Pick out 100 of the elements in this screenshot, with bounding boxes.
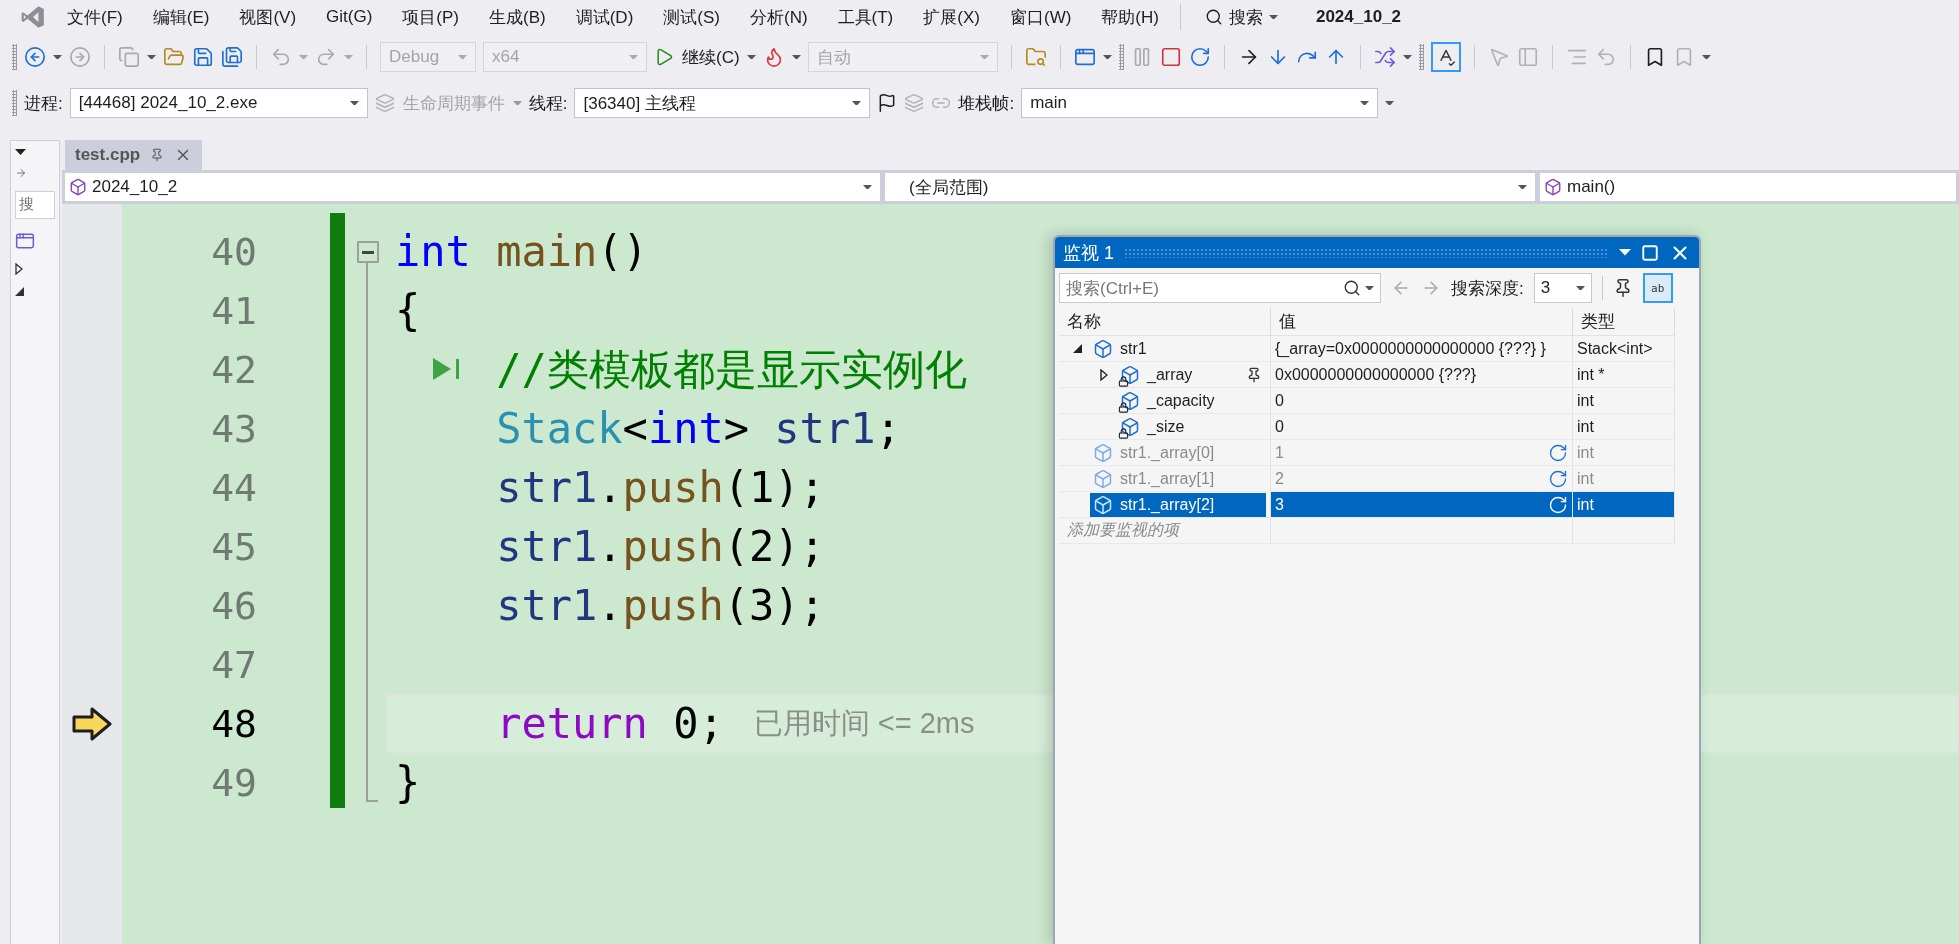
elapsed-time-hint: 已用时间 <= 2ms <box>753 705 975 741</box>
watch-name[interactable]: str1 <box>1090 336 1266 361</box>
project-name: 2024_10_2 <box>92 177 178 197</box>
watch-value: 0 <box>1275 391 1284 410</box>
folder-search-icon[interactable] <box>1024 46 1047 68</box>
menu-item[interactable]: 扩展(X) <box>908 5 995 29</box>
pin-icon[interactable] <box>1246 366 1262 383</box>
caret-icon[interactable] <box>1102 54 1112 60</box>
column-header[interactable]: 值 <box>1271 308 1573 336</box>
watch-type: int <box>1577 443 1594 462</box>
line-number: 42 <box>210 346 257 394</box>
refresh-icon[interactable] <box>1548 442 1568 463</box>
toolbar-grip[interactable] <box>1418 44 1424 70</box>
code-line: } <box>395 758 421 807</box>
menu-item[interactable]: 测试(S) <box>648 5 735 29</box>
project-dropdown[interactable]: 2024_10_2 <box>65 173 880 201</box>
line-number: 47 <box>210 641 257 689</box>
refresh-icon[interactable] <box>1548 468 1568 489</box>
collapse-icon[interactable] <box>1073 344 1082 353</box>
scope-dropdown[interactable]: (全局范围) <box>885 173 1535 201</box>
back-icon[interactable] <box>24 46 46 68</box>
menu-item[interactable]: 视图(V) <box>224 5 312 29</box>
run-to-click-icon[interactable] <box>432 356 462 382</box>
toolbar-grip[interactable] <box>12 90 17 116</box>
caret-icon[interactable] <box>349 100 359 106</box>
watch-type: int <box>1577 495 1594 514</box>
search-icon[interactable] <box>1343 279 1361 297</box>
continue-button[interactable]: 继续(C) <box>654 45 740 69</box>
code-line: str1.push(1); <box>496 463 825 512</box>
caret-icon[interactable] <box>1268 14 1278 20</box>
search-depth-dropdown[interactable]: 3 <box>1533 273 1592 303</box>
collapse-outline-button[interactable] <box>357 241 379 263</box>
save-icon[interactable] <box>192 46 214 68</box>
caret-icon[interactable] <box>1575 285 1585 291</box>
member-dropdown[interactable]: main() <box>1540 173 1956 201</box>
watch-name[interactable]: _capacity <box>1117 388 1266 413</box>
threads-icon[interactable] <box>1373 46 1396 68</box>
search-icon[interactable] <box>1204 8 1223 26</box>
caret-icon[interactable] <box>1402 54 1412 60</box>
code-line: str1.push(2); <box>496 522 825 571</box>
caret-icon[interactable] <box>53 54 62 60</box>
stack-frame-dropdown[interactable]: main <box>1021 88 1379 118</box>
caret-icon[interactable] <box>1385 100 1395 106</box>
member-name: main() <box>1567 177 1616 197</box>
column-header[interactable]: 类型 <box>1573 308 1675 336</box>
line-number: 41 <box>210 287 257 335</box>
watch-value: 1 <box>1275 443 1284 462</box>
menu-item[interactable]: 项目(P) <box>387 5 474 29</box>
caret-icon[interactable] <box>1360 100 1370 106</box>
open-folder-icon[interactable] <box>163 46 185 68</box>
caret-icon[interactable] <box>746 54 756 60</box>
watch-name[interactable]: str1._array[2] <box>1090 492 1266 517</box>
collapse-icon[interactable] <box>15 287 24 297</box>
code-line: int main() <box>395 227 648 276</box>
restart-icon[interactable] <box>1188 46 1211 68</box>
watch-value: 3 <box>1275 495 1284 514</box>
menu-item[interactable]: 工具(T) <box>822 5 909 29</box>
refresh-icon[interactable] <box>1548 494 1568 515</box>
stop-icon[interactable] <box>1159 46 1182 68</box>
hex-toggle[interactable]: ab <box>1642 273 1673 303</box>
window-icon[interactable] <box>1073 46 1096 68</box>
line-number: 43 <box>210 405 257 453</box>
search-field[interactable]: 搜 <box>15 191 55 220</box>
save-all-icon[interactable] <box>221 46 243 68</box>
watch-name[interactable]: _array <box>1117 362 1266 387</box>
caret-icon[interactable] <box>147 54 156 60</box>
caret-icon[interactable] <box>863 184 872 190</box>
spell-check-toggle[interactable] <box>1430 42 1461 72</box>
caret-icon[interactable] <box>1518 184 1527 190</box>
expand-icon[interactable] <box>15 263 23 276</box>
play-icon[interactable] <box>654 47 674 67</box>
caret-icon[interactable] <box>15 149 26 156</box>
column-header[interactable]: 名称 <box>1059 308 1271 336</box>
watch-name[interactable]: _size <box>1117 414 1266 439</box>
minus-icon <box>362 250 374 254</box>
menu-item[interactable]: 调试(D) <box>560 5 649 29</box>
window-title: 监视 1 <box>1063 241 1114 265</box>
caret-icon[interactable] <box>852 100 862 106</box>
expand-icon[interactable] <box>1100 368 1108 381</box>
thread-dropdown[interactable]: [36340] 主线程 <box>574 88 871 118</box>
menu-item[interactable]: 生成(B) <box>474 5 561 29</box>
document-tab[interactable]: test.cpp <box>65 140 203 170</box>
menu-item[interactable]: 分析(N) <box>734 5 823 29</box>
menu-item[interactable]: Git(G) <box>311 7 388 27</box>
menu-item[interactable]: 帮助(H) <box>1086 5 1174 29</box>
watch-search-field[interactable]: 搜索(Ctrl+E) <box>1059 273 1381 303</box>
maximize-icon[interactable] <box>1641 243 1659 262</box>
menu-item[interactable]: 文件(F) <box>52 5 138 29</box>
menu-item[interactable]: 编辑(E) <box>137 5 225 29</box>
process-dropdown[interactable]: [44468] 2024_10_2.exe <box>69 88 368 118</box>
toolbar-grip[interactable] <box>12 44 17 70</box>
caret-icon[interactable] <box>1701 54 1711 60</box>
line-number: 44 <box>210 464 257 512</box>
caret-icon[interactable] <box>791 54 801 60</box>
watch-value: 2 <box>1275 469 1284 488</box>
menu-item[interactable]: 窗口(W) <box>994 5 1087 29</box>
code-line: Stack<int> str1; <box>496 404 901 453</box>
search-button[interactable]: 搜索 <box>1186 5 1296 29</box>
caret-icon[interactable] <box>1365 285 1374 291</box>
toolbar-grip[interactable] <box>1118 44 1124 70</box>
